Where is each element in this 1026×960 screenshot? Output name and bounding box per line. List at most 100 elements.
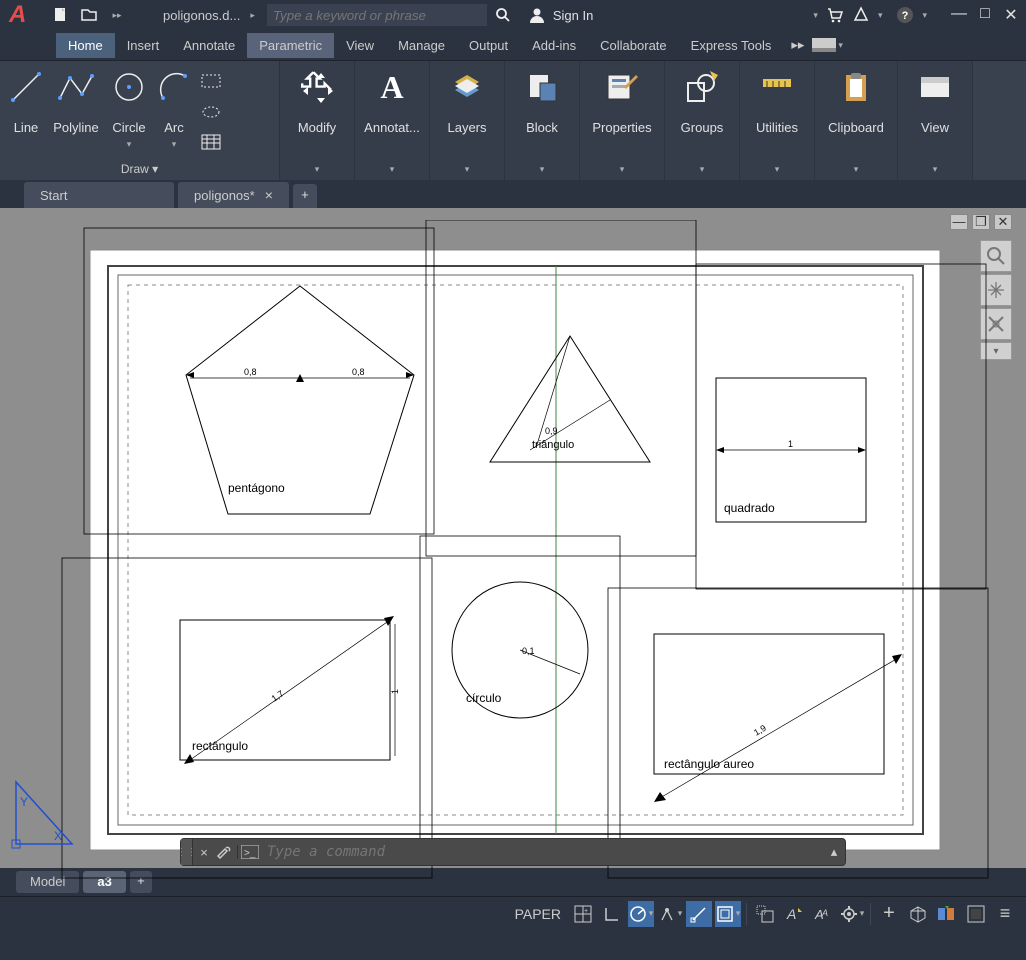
ribbon-minimize-icon[interactable] <box>812 38 836 52</box>
line-button[interactable]: Line <box>6 67 46 158</box>
status-quick-icon[interactable] <box>934 901 960 927</box>
arc-button[interactable]: Arc ▾ <box>154 67 194 158</box>
utilities-button[interactable]: Utilities ▾ <box>740 61 815 180</box>
status-menu-icon[interactable]: ≡ <box>992 901 1018 927</box>
ribbon-overflow-icon[interactable]: ▸▸ <box>791 37 804 53</box>
block-label: Block <box>526 111 558 135</box>
qat-more-icon[interactable]: ▸▸ <box>105 3 129 27</box>
filetab-start[interactable]: Start <box>24 182 174 208</box>
app-dropdown-icon[interactable]: ▾ <box>878 10 883 21</box>
status-ortho-icon[interactable] <box>599 901 625 927</box>
clipboard-label: Clipboard <box>828 111 884 135</box>
open-file-icon[interactable] <box>77 3 101 27</box>
svg-text:X: X <box>54 829 62 843</box>
ellipse-mini-button[interactable] <box>198 99 224 125</box>
help-icon[interactable]: ? <box>896 6 914 24</box>
tab-annotate[interactable]: Annotate <box>171 33 247 58</box>
status-otrack-icon[interactable] <box>686 901 712 927</box>
close-icon[interactable]: ✕ <box>1001 5 1021 25</box>
rect-mini-button[interactable] <box>198 69 224 95</box>
tab-express[interactable]: Express Tools <box>679 33 784 58</box>
ucs-icon: Y X <box>6 774 78 854</box>
annotation-dropdown-icon[interactable]: ▾ <box>357 158 427 180</box>
rect-dim2: 1 <box>390 689 400 694</box>
tab-insert[interactable]: Insert <box>115 33 172 58</box>
groups-button[interactable]: Groups ▾ <box>665 61 740 180</box>
view-button[interactable]: View ▾ <box>898 61 973 180</box>
circle-dropdown-icon[interactable]: ▾ <box>127 139 132 150</box>
drawing-canvas[interactable]: 0,8 0,8 pentágono 0,9 triângulo 1 quadra… <box>0 220 1020 880</box>
cmd-close-icon[interactable]: × <box>193 845 215 860</box>
sign-in-link[interactable]: Sign In <box>553 8 593 23</box>
properties-button[interactable]: Properties ▾ <box>580 61 665 180</box>
tab-manage[interactable]: Manage <box>386 33 457 58</box>
clipboard-button[interactable]: Clipboard ▾ <box>815 61 898 180</box>
status-polar-icon[interactable]: ▾ <box>628 901 654 927</box>
view-dropdown-icon[interactable]: ▾ <box>900 158 970 180</box>
minimize-icon[interactable]: — <box>949 5 969 25</box>
tab-home[interactable]: Home <box>56 33 115 58</box>
signin-dropdown-icon[interactable]: ▾ <box>813 10 818 21</box>
circle-button[interactable]: Circle ▾ <box>106 67 152 158</box>
help-dropdown-icon[interactable]: ▾ <box>922 10 927 21</box>
triangle-label: triângulo <box>532 439 574 451</box>
clipboard-dropdown-icon[interactable]: ▾ <box>817 158 895 180</box>
polyline-button[interactable]: Polyline <box>48 67 104 158</box>
circle-label: Circle <box>112 111 145 135</box>
hatch-mini-button[interactable] <box>198 129 224 155</box>
title-dropdown-icon[interactable]: ▸ <box>250 10 255 21</box>
command-input[interactable] <box>261 844 823 860</box>
groups-label: Groups <box>681 111 724 135</box>
status-iso-icon[interactable]: ▾ <box>657 901 683 927</box>
block-dropdown-icon[interactable]: ▾ <box>507 158 577 180</box>
tab-collaborate[interactable]: Collaborate <box>588 33 679 58</box>
svg-text:A: A <box>821 908 828 918</box>
tab-addins[interactable]: Add-ins <box>520 33 588 58</box>
modify-dropdown-icon[interactable]: ▾ <box>282 158 352 180</box>
cmd-history-icon[interactable]: ▴ <box>823 844 845 860</box>
cmd-grip-icon[interactable]: ⋮⋮ <box>181 839 193 865</box>
search-icon[interactable] <box>491 3 515 27</box>
new-file-icon[interactable] <box>49 3 73 27</box>
status-gear-icon[interactable]: ▾ <box>839 901 865 927</box>
status-scale-icon[interactable] <box>752 901 778 927</box>
maximize-icon[interactable]: □ <box>975 5 995 25</box>
utilities-dropdown-icon[interactable]: ▾ <box>742 158 812 180</box>
layers-button[interactable]: Layers ▾ <box>430 61 505 180</box>
circle-label: círculo <box>466 691 502 705</box>
groups-dropdown-icon[interactable]: ▾ <box>667 158 737 180</box>
cmd-settings-icon[interactable] <box>215 844 237 860</box>
status-grid-icon[interactable]: + <box>570 901 596 927</box>
cart-icon[interactable] <box>826 6 844 24</box>
tab-output[interactable]: Output <box>457 33 520 58</box>
app-logo[interactable]: A <box>5 1 45 29</box>
status-iso3d-icon[interactable] <box>905 901 931 927</box>
status-annoscale-icon[interactable]: A <box>781 901 807 927</box>
search-input[interactable] <box>267 4 487 26</box>
filetab-close-icon[interactable]: × <box>265 187 273 203</box>
arc-dropdown-icon[interactable]: ▾ <box>172 139 177 150</box>
pentagon-dim1: 0,8 <box>244 367 257 377</box>
cmd-prompt-icon: >_ <box>237 845 261 859</box>
user-icon[interactable] <box>525 3 549 27</box>
filetab-add-icon[interactable]: + <box>293 184 317 208</box>
status-plus-icon[interactable]: + <box>876 901 902 927</box>
status-clean-icon[interactable] <box>963 901 989 927</box>
annotation-button[interactable]: AAnnotat... ▾ <box>355 61 430 180</box>
tab-view[interactable]: View <box>334 33 386 58</box>
modify-button[interactable]: Modify ▾ <box>280 61 355 180</box>
tab-parametric[interactable]: Parametric <box>247 33 334 58</box>
status-paper[interactable]: PAPER <box>509 906 567 922</box>
square-dim: 1 <box>788 439 793 449</box>
status-osnap-icon[interactable]: ▾ <box>715 901 741 927</box>
properties-dropdown-icon[interactable]: ▾ <box>582 158 662 180</box>
filetab-document[interactable]: poligonos* × <box>178 182 289 208</box>
line-label: Line <box>14 111 39 135</box>
layers-dropdown-icon[interactable]: ▾ <box>432 158 502 180</box>
ribbon-min-dropdown-icon[interactable]: ▾ <box>838 40 843 51</box>
block-button[interactable]: Block ▾ <box>505 61 580 180</box>
command-line[interactable]: ⋮⋮ × >_ ▴ <box>180 838 846 866</box>
autodesk-app-icon[interactable] <box>852 6 870 24</box>
draw-panel-label[interactable]: Draw ▾ <box>2 158 277 180</box>
status-annovis-icon[interactable]: AA <box>810 901 836 927</box>
